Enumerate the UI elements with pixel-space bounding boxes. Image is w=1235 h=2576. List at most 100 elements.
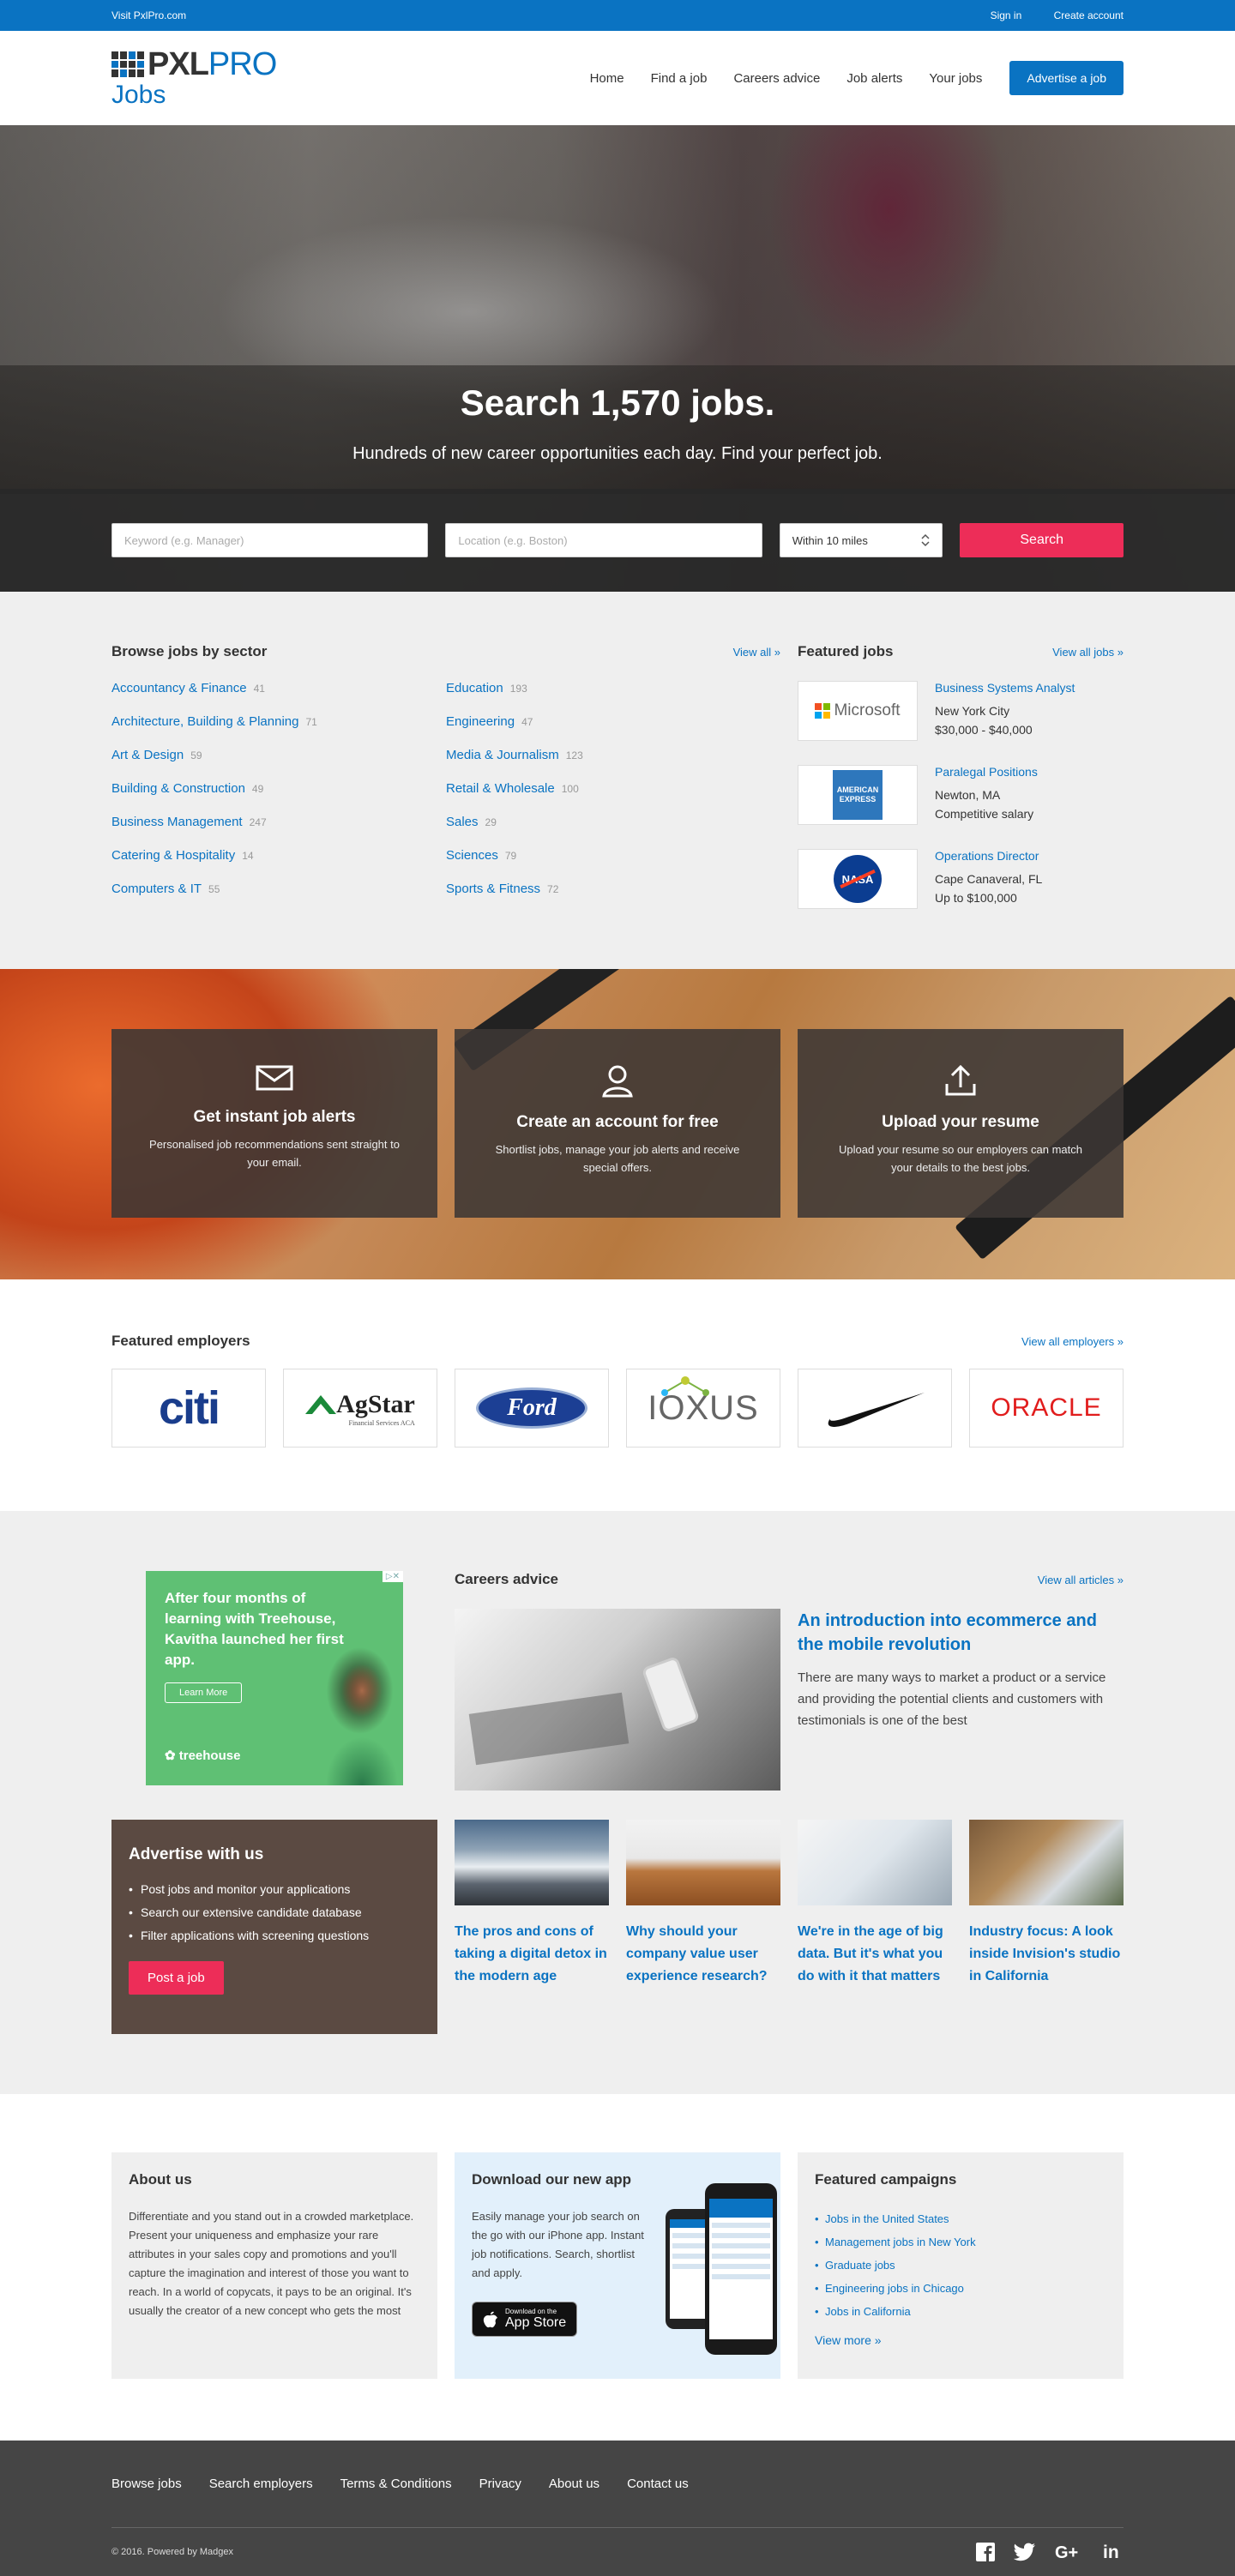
nav-find-a-job[interactable]: Find a job: [651, 71, 708, 86]
app-phones-image: [666, 2183, 780, 2363]
careers-title: Careers advice: [455, 1571, 558, 1587]
linkedin-icon[interactable]: in: [1103, 2543, 1124, 2561]
ad-choices-icon[interactable]: ▷✕: [382, 1571, 403, 1582]
campaign-item[interactable]: Engineering jobs in Chicago: [815, 2277, 1106, 2300]
article-thumbnail[interactable]: [969, 1820, 1124, 1905]
nav-your-jobs[interactable]: Your jobs: [929, 71, 982, 86]
keyword-input[interactable]: Keyword (e.g. Manager): [111, 523, 429, 557]
footer-link-contact[interactable]: Contact us: [627, 2477, 689, 2491]
article-thumbnail[interactable]: [626, 1820, 780, 1905]
article-card[interactable]: Industry focus: A look inside Invision's…: [969, 1820, 1124, 2034]
campaign-item[interactable]: Jobs in the United States: [815, 2207, 1106, 2230]
featured-employers: Featured employers View all employers » …: [0, 1279, 1235, 1511]
sector-item[interactable]: Sports & Fitness 72: [446, 882, 780, 915]
advertise-job-button[interactable]: Advertise a job: [1009, 61, 1124, 95]
footer-link-browse-jobs[interactable]: Browse jobs: [111, 2477, 182, 2491]
nasa-logo[interactable]: NASA: [798, 849, 918, 909]
hero-subtitle: Hundreds of new career opportunities eac…: [352, 444, 883, 463]
ad-brand: ✿ treehouse: [165, 1748, 241, 1763]
treehouse-ad[interactable]: ▷✕ After four months of learning with Tr…: [146, 1571, 403, 1785]
article-thumbnail[interactable]: [455, 1820, 609, 1905]
sector-item[interactable]: Building & Construction 49: [111, 781, 446, 815]
campaign-item[interactable]: Management jobs in New York: [815, 2230, 1106, 2254]
ioxus-mark-icon: [661, 1375, 710, 1396]
article-card[interactable]: The pros and cons of taking a digital de…: [455, 1820, 609, 2034]
american-express-logo[interactable]: AMERICAN EXPRESS: [798, 765, 918, 825]
sector-item[interactable]: Sales 29: [446, 815, 780, 848]
article-title[interactable]: Industry focus: A look inside Invision's…: [969, 1921, 1124, 1988]
featured-article-image[interactable]: [455, 1609, 780, 1791]
promo-create-account[interactable]: Create an account for free Shortlist job…: [455, 1029, 780, 1218]
info-section: About us Differentiate and you stand out…: [0, 2094, 1235, 2441]
article-title[interactable]: We're in the age of big data. But it's w…: [798, 1921, 952, 1988]
employer-logo-ford[interactable]: Ford: [455, 1369, 609, 1447]
nav-home[interactable]: Home: [590, 71, 624, 86]
view-all-sectors-link[interactable]: View all »: [733, 646, 780, 659]
campaign-item[interactable]: Graduate jobs: [815, 2254, 1106, 2277]
sector-item[interactable]: Education 193: [446, 681, 780, 714]
job-location: Cape Canaveral, FL: [935, 872, 1043, 886]
sector-item[interactable]: Computers & IT 55: [111, 882, 446, 915]
google-plus-icon[interactable]: G+: [1055, 2543, 1084, 2561]
footer-link-about[interactable]: About us: [549, 2477, 599, 2491]
view-all-employers-link[interactable]: View all employers »: [1021, 1335, 1124, 1348]
sector-item[interactable]: Engineering 47: [446, 714, 780, 748]
visit-site-link[interactable]: Visit PxlPro.com: [111, 9, 186, 21]
ad-learn-more-button[interactable]: Learn More: [165, 1682, 243, 1703]
footer-link-search-employers[interactable]: Search employers: [209, 2477, 313, 2491]
sign-in-link[interactable]: Sign in: [991, 9, 1022, 21]
campaign-item[interactable]: Jobs in California: [815, 2300, 1106, 2323]
app-store-button[interactable]: Download on the App Store: [472, 2302, 578, 2337]
search-button[interactable]: Search: [960, 523, 1124, 557]
view-more-campaigns-link[interactable]: View more »: [815, 2333, 1106, 2347]
article-card[interactable]: We're in the age of big data. But it's w…: [798, 1820, 952, 2034]
create-account-link[interactable]: Create account: [1054, 9, 1124, 21]
sector-item[interactable]: Accountancy & Finance 41: [111, 681, 446, 714]
footer-link-privacy[interactable]: Privacy: [479, 2477, 521, 2491]
about-body: Differentiate and you stand out in a cro…: [129, 2210, 414, 2317]
about-title: About us: [129, 2171, 192, 2188]
featured-job-item[interactable]: AMERICAN EXPRESS Paralegal Positions New…: [798, 765, 1124, 825]
sector-item[interactable]: Catering & Hospitality 14: [111, 848, 446, 882]
sector-item[interactable]: Business Management 247: [111, 815, 446, 848]
article-card[interactable]: Why should your company value user exper…: [626, 1820, 780, 2034]
view-all-jobs-link[interactable]: View all jobs »: [1052, 646, 1124, 659]
featured-job-item[interactable]: Microsoft Business Systems Analyst New Y…: [798, 681, 1124, 741]
radius-select[interactable]: Within 10 miles: [779, 523, 943, 557]
facebook-icon[interactable]: [976, 2543, 995, 2561]
twitter-icon[interactable]: [1014, 2543, 1036, 2561]
search-bar: Keyword (e.g. Manager) Location (e.g. Bo…: [0, 489, 1235, 592]
nav-careers-advice[interactable]: Careers advice: [733, 71, 820, 86]
sector-item[interactable]: Retail & Wholesale 100: [446, 781, 780, 815]
featured-article-title[interactable]: An introduction into ecommerce and the m…: [798, 1609, 1124, 1657]
footer-link-terms[interactable]: Terms & Conditions: [340, 2477, 452, 2491]
promo-title: Get instant job alerts: [193, 1108, 356, 1126]
post-a-job-button[interactable]: Post a job: [129, 1961, 224, 1995]
treehouse-leaf-icon: ✿: [165, 1748, 179, 1763]
job-title-link[interactable]: Business Systems Analyst: [935, 681, 1075, 695]
location-input[interactable]: Location (e.g. Boston): [445, 523, 762, 557]
employer-logo-nike[interactable]: [798, 1369, 952, 1447]
promo-job-alerts[interactable]: Get instant job alerts Personalised job …: [111, 1029, 437, 1218]
nav-job-alerts[interactable]: Job alerts: [846, 71, 902, 86]
featured-article[interactable]: An introduction into ecommerce and the m…: [455, 1609, 1124, 1791]
microsoft-logo[interactable]: Microsoft: [798, 681, 918, 741]
sector-item[interactable]: Media & Journalism 123: [446, 748, 780, 781]
sector-item[interactable]: Art & Design 59: [111, 748, 446, 781]
employer-logo-agstar[interactable]: AgStar Financial Services ACA: [283, 1369, 437, 1447]
view-all-articles-link[interactable]: View all articles »: [1038, 1574, 1124, 1586]
employer-logo-citi[interactable]: citi: [111, 1369, 266, 1447]
sector-item[interactable]: Architecture, Building & Planning 71: [111, 714, 446, 748]
employer-logo-ioxus[interactable]: IOXUS: [626, 1369, 780, 1447]
sector-item[interactable]: Sciences 79: [446, 848, 780, 882]
employer-logo-oracle[interactable]: ORACLE: [969, 1369, 1124, 1447]
job-title-link[interactable]: Paralegal Positions: [935, 765, 1038, 779]
article-title[interactable]: Why should your company value user exper…: [626, 1921, 780, 1988]
article-thumbnail[interactable]: [798, 1820, 952, 1905]
promo-upload-resume[interactable]: Upload your resume Upload your resume so…: [798, 1029, 1124, 1218]
job-title-link[interactable]: Operations Director: [935, 849, 1042, 863]
logo[interactable]: PXL PRO Jobs: [111, 48, 277, 108]
article-title[interactable]: The pros and cons of taking a digital de…: [455, 1921, 609, 1988]
featured-job-item[interactable]: NASA Operations Director Cape Canaveral,…: [798, 849, 1124, 909]
radius-select-value: Within 10 miles: [792, 533, 868, 547]
